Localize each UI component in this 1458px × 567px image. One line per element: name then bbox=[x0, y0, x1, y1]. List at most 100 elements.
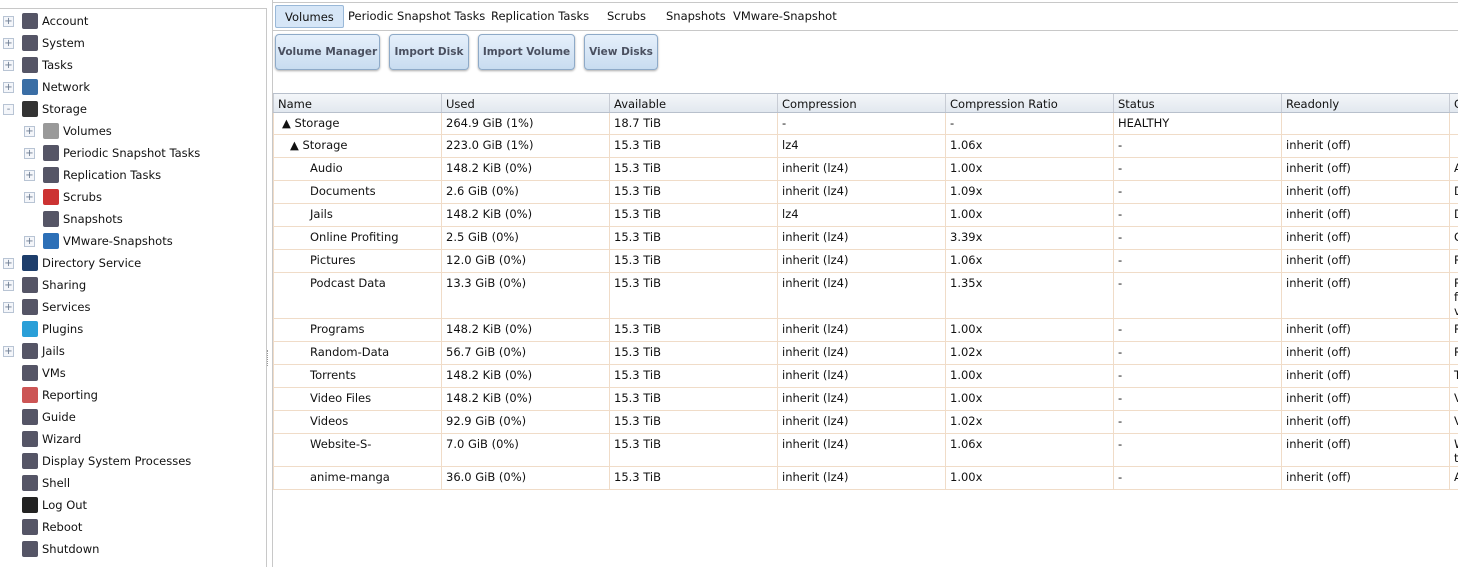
table-row[interactable]: Jails 148.2 KiB (0%) 15.3 TiB lz4 1.00x - inhe… bbox=[273, 204, 1458, 227]
sidebar-item-directory-service[interactable]: + Directory Service bbox=[3, 252, 141, 274]
expand-icon[interactable]: + bbox=[3, 59, 14, 71]
table-row[interactable]: Video Files 148.2 KiB (0%) 15.3 TiB inherit… bbox=[273, 388, 1458, 411]
table-cell: Video Files bbox=[273, 388, 441, 410]
tab-periodic-snapshot-tasks[interactable]: Periodic Snapshot Tasks bbox=[344, 5, 489, 28]
sidebar-item-guide[interactable]: Guide bbox=[3, 406, 76, 428]
sidebar-item-replication-tasks[interactable]: + Replication Tasks bbox=[24, 164, 161, 186]
table-cell: Programs bbox=[273, 319, 441, 341]
table-row[interactable]: Online Profiting 2.5 GiB (0%) 15.3 TiB inhe… bbox=[273, 227, 1458, 250]
table-cell: 1.00x bbox=[945, 365, 1113, 387]
table-row[interactable]: anime-manga 36.0 GiB (0%) 15.3 TiB inherit … bbox=[273, 467, 1458, 490]
table-row[interactable]: Random-Data 56.7 GiB (0%) 15.3 TiB inherit … bbox=[273, 342, 1458, 365]
sidebar-item-system[interactable]: + System bbox=[3, 32, 85, 54]
column-header[interactable]: C bbox=[1449, 94, 1458, 112]
sidebar-item-network[interactable]: + Network bbox=[3, 76, 90, 98]
clock-snapshot-icon bbox=[43, 145, 59, 161]
expand-icon[interactable]: + bbox=[3, 279, 14, 291]
sidebar-item-plugins[interactable]: Plugins bbox=[3, 318, 83, 340]
tab-scrubs[interactable]: Scrubs bbox=[603, 5, 650, 28]
sidebar-item-label: Storage bbox=[42, 102, 87, 116]
sidebar-item-account[interactable]: + Account bbox=[3, 10, 88, 32]
table-row[interactable]: Audio 148.2 KiB (0%) 15.3 TiB inherit (lz4)… bbox=[273, 158, 1458, 181]
puzzle-icon bbox=[22, 321, 38, 337]
table-row[interactable]: Documents 2.6 GiB (0%) 15.3 TiB inherit (lz… bbox=[273, 181, 1458, 204]
table-cell: 15.3 TiB bbox=[609, 204, 777, 226]
table-row[interactable]: ▲ Storage 264.9 GiB (1%) 18.7 TiB - - HEALTHY bbox=[273, 113, 1458, 135]
sidebar-item-label: Directory Service bbox=[42, 256, 142, 270]
table-row[interactable]: Website-S- 7.0 GiB (0%) 15.3 TiB inherit (l… bbox=[273, 434, 1458, 467]
expand-icon[interactable]: + bbox=[3, 345, 14, 357]
column-header[interactable]: Readonly bbox=[1281, 94, 1449, 112]
import-disk-button[interactable]: Import Disk bbox=[389, 34, 469, 70]
table-cell bbox=[1449, 135, 1458, 157]
table-cell: inherit (off) bbox=[1281, 434, 1449, 466]
sidebar-item-storage[interactable]: - Storage bbox=[3, 98, 87, 120]
table-row[interactable]: Videos 92.9 GiB (0%) 15.3 TiB inherit (lz4)… bbox=[273, 411, 1458, 434]
expand-icon[interactable]: + bbox=[24, 235, 35, 247]
expand-icon[interactable]: + bbox=[3, 301, 14, 313]
table-row[interactable]: Programs 148.2 KiB (0%) 15.3 TiB inherit (l… bbox=[273, 319, 1458, 342]
sidebar-item-periodic-snapshot-tasks[interactable]: + Periodic Snapshot Tasks bbox=[24, 142, 200, 164]
table-cell: inherit (lz4) bbox=[777, 158, 945, 180]
collapse-icon[interactable]: - bbox=[3, 103, 14, 115]
column-header[interactable]: Compression bbox=[777, 94, 945, 112]
table-cell: O bbox=[1449, 227, 1458, 249]
table-cell: 15.3 TiB bbox=[609, 250, 777, 272]
tab-vmware-snapshot[interactable]: VMware-Snapshot bbox=[729, 5, 841, 28]
sidebar-item-log-out[interactable]: Log Out bbox=[3, 494, 87, 516]
tab-snapshots[interactable]: Snapshots bbox=[662, 5, 730, 28]
column-header[interactable]: Used bbox=[441, 94, 609, 112]
sidebar-item-reporting[interactable]: Reporting bbox=[3, 384, 98, 406]
expand-icon[interactable]: + bbox=[24, 125, 35, 137]
expand-icon[interactable]: + bbox=[3, 257, 14, 269]
sidebar-item-shutdown[interactable]: Shutdown bbox=[3, 538, 99, 560]
table-cell: 7.0 GiB (0%) bbox=[441, 434, 609, 466]
sidebar-item-vms[interactable]: VMs bbox=[3, 362, 66, 384]
tab-replication-tasks[interactable]: Replication Tasks bbox=[487, 5, 593, 28]
expand-icon[interactable]: + bbox=[3, 15, 14, 27]
sidebar-item-snapshots[interactable]: Snapshots bbox=[24, 208, 123, 230]
sidebar-item-jails[interactable]: + Jails bbox=[3, 340, 65, 362]
view-disks-button[interactable]: View Disks bbox=[584, 34, 658, 70]
expand-icon[interactable]: + bbox=[24, 191, 35, 203]
monitor-icon bbox=[22, 365, 38, 381]
table-cell: P bbox=[1449, 319, 1458, 341]
table-row[interactable]: Torrents 148.2 KiB (0%) 15.3 TiB inherit (l… bbox=[273, 365, 1458, 388]
volume-manager-button[interactable]: Volume Manager bbox=[275, 34, 380, 70]
sidebar-item-sharing[interactable]: + Sharing bbox=[3, 274, 86, 296]
table-cell: P fi v bbox=[1449, 273, 1458, 318]
table-cell: - bbox=[1113, 227, 1281, 249]
sidebar-item-shell[interactable]: Shell bbox=[3, 472, 70, 494]
column-header[interactable]: Status bbox=[1113, 94, 1281, 112]
expand-icon[interactable]: + bbox=[3, 37, 14, 49]
table-cell: A bbox=[1449, 467, 1458, 489]
sidebar-item-services[interactable]: + Services bbox=[3, 296, 91, 318]
sidebar-item-display-system-processes[interactable]: Display System Processes bbox=[3, 450, 191, 472]
sidebar-splitter[interactable] bbox=[267, 350, 269, 366]
tab-volumes[interactable]: Volumes bbox=[275, 5, 344, 28]
table-cell: D bbox=[1449, 204, 1458, 226]
table-cell: - bbox=[1113, 135, 1281, 157]
sidebar-item-tasks[interactable]: + Tasks bbox=[3, 54, 73, 76]
expand-icon[interactable]: + bbox=[3, 81, 14, 93]
table-cell: Online Profiting bbox=[273, 227, 441, 249]
import-volume-button[interactable]: Import Volume bbox=[478, 34, 575, 70]
sidebar-item-vmware-snapshots[interactable]: + VMware-Snapshots bbox=[24, 230, 173, 252]
expand-icon[interactable]: + bbox=[24, 147, 35, 159]
expand-icon[interactable]: + bbox=[24, 169, 35, 181]
sidebar-item-reboot[interactable]: Reboot bbox=[3, 516, 82, 538]
table-row[interactable]: Pictures 12.0 GiB (0%) 15.3 TiB inherit (lz… bbox=[273, 250, 1458, 273]
navigation-tree: + Account + System + Tasks + Network - Storage + Vo… bbox=[0, 8, 267, 567]
table-row[interactable]: ▲ Storage 223.0 GiB (1%) 15.3 TiB lz4 1.06x -… bbox=[273, 135, 1458, 158]
sidebar-item-label: Periodic Snapshot Tasks bbox=[63, 146, 201, 160]
sidebar-item-wizard[interactable]: Wizard bbox=[3, 428, 81, 450]
sidebar-item-label: Jails bbox=[42, 344, 65, 358]
sidebar-item-scrubs[interactable]: + Scrubs bbox=[24, 186, 102, 208]
table-cell: Pictures bbox=[273, 250, 441, 272]
sidebar-item-volumes[interactable]: + Volumes bbox=[24, 120, 112, 142]
table-row[interactable]: Podcast Data 13.3 GiB (0%) 15.3 TiB inherit… bbox=[273, 273, 1458, 319]
sidebar-item-label: Services bbox=[42, 300, 91, 314]
column-header[interactable]: Available bbox=[609, 94, 777, 112]
column-header[interactable]: Name bbox=[273, 94, 441, 112]
column-header[interactable]: Compression Ratio bbox=[945, 94, 1113, 112]
